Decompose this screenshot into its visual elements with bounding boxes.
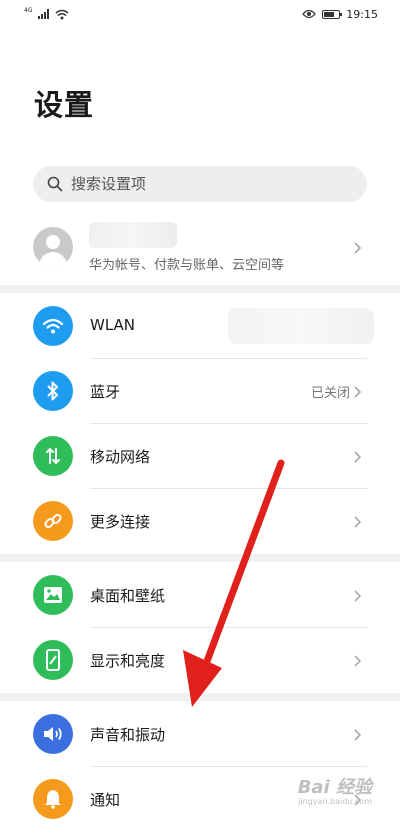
search-bar[interactable] (33, 166, 367, 202)
settings-item-mobile-network[interactable]: 移动网络 (0, 424, 400, 489)
status-time: 19:15 (346, 7, 378, 21)
wifi-icon (33, 306, 73, 346)
settings-item-home-wallpaper[interactable]: 桌面和壁纸 (0, 563, 400, 628)
settings-item-bluetooth[interactable]: 蓝牙 已关闭 (0, 359, 400, 424)
signal-icon (38, 9, 50, 19)
settings-item-more-connections[interactable]: 更多连接 (0, 489, 400, 554)
network-type-label: 4G (24, 6, 33, 14)
settings-item-label: 桌面和壁纸 (90, 587, 166, 605)
account-subtitle: 华为帐号、付款与账单、云空间等 (89, 258, 285, 273)
settings-item-label: 显示和亮度 (90, 652, 166, 670)
section-divider (0, 693, 400, 701)
bluetooth-icon (33, 371, 73, 411)
link-icon (33, 501, 73, 541)
settings-item-label: WLAN (90, 316, 136, 334)
mobile-data-icon (33, 436, 73, 476)
status-right: 19:15 (302, 8, 378, 21)
section-divider (0, 554, 400, 562)
wifi-status-icon (55, 9, 69, 19)
eye-comfort-icon (302, 9, 317, 19)
settings-item-wlan[interactable]: WLAN (0, 294, 400, 359)
account-row[interactable]: 华为帐号、付款与账单、云空间等 (0, 218, 400, 280)
chevron-right-icon (354, 655, 362, 667)
chevron-right-icon (354, 386, 362, 398)
page-title: 设置 (34, 88, 95, 122)
settings-item-label: 蓝牙 (90, 383, 121, 401)
chevron-right-icon (354, 590, 362, 602)
settings-item-display-brightness[interactable]: 显示和亮度 (0, 628, 400, 693)
display-icon (33, 640, 73, 680)
status-left: 4G (24, 6, 69, 20)
watermark-sub: jingyan.baidu.com (298, 797, 372, 806)
status-bar: 4G 19:15 (0, 0, 400, 28)
battery-icon (322, 9, 343, 19)
chevron-right-icon (354, 516, 362, 528)
wlan-network-redacted (228, 308, 374, 344)
chevron-right-icon (354, 242, 362, 254)
picture-icon (33, 575, 73, 615)
watermark: Bai 经验 jingyan.baidu.com (298, 773, 372, 806)
bell-icon (33, 779, 73, 819)
settings-item-label: 通知 (90, 791, 121, 809)
search-icon (47, 176, 63, 192)
settings-item-sound-vibration[interactable]: 声音和振动 (0, 702, 400, 767)
chevron-right-icon (354, 729, 362, 741)
bluetooth-status: 已关闭 (310, 386, 350, 401)
watermark-main: Bai 经验 (297, 777, 372, 798)
speaker-icon (33, 714, 73, 754)
settings-item-label: 更多连接 (90, 513, 151, 531)
avatar (33, 227, 73, 267)
chevron-right-icon (354, 451, 362, 463)
settings-item-label: 移动网络 (90, 448, 151, 466)
account-name-redacted (89, 222, 177, 248)
search-input[interactable] (69, 174, 333, 194)
settings-item-label: 声音和振动 (90, 726, 166, 744)
section-divider (0, 285, 400, 293)
